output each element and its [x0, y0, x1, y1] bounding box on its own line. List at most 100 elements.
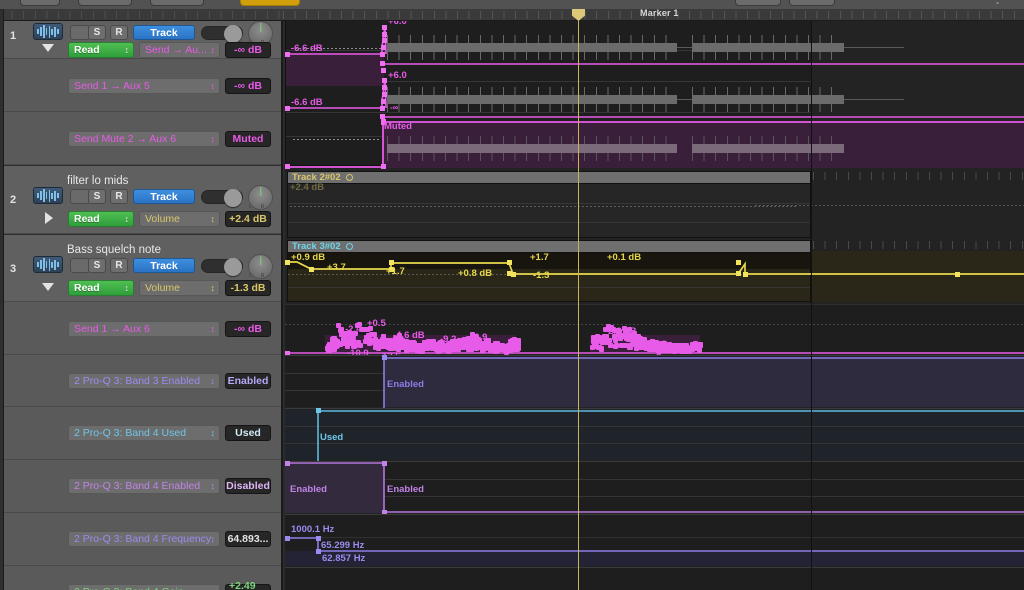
automation-mode-menu-2[interactable]: Read ↕ — [68, 211, 134, 227]
chevron-updown-icon: ↕ — [210, 214, 216, 224]
automation-param-menu-sendmute2-aux6[interactable]: Send Mute 2 → Aux 6 ↕ — [68, 131, 220, 147]
automation-value-band4-used[interactable]: Used — [225, 425, 271, 441]
automation-subrow-send1-aux5[interactable]: Send 1 → Aux 5 ↕ -∞ dB — [0, 59, 281, 112]
solo-button-2[interactable]: S — [88, 189, 106, 204]
automation-value-band3-enabled[interactable]: Enabled — [225, 373, 271, 389]
toolbar-button-3[interactable] — [150, 0, 204, 6]
automation-param-menu-band4-used[interactable]: 2 Pro-Q 3: Band 4 Used ↕ — [68, 425, 220, 441]
track-header-1[interactable]: 1 S R Track LR Read ↕ Send → Au... ↕ -∞ … — [0, 21, 281, 59]
toolbar-button-5[interactable] — [789, 0, 835, 6]
toolbar-button-highlighted[interactable] — [240, 0, 300, 6]
track-number-3: 3 — [10, 263, 17, 275]
automation-param-label-band3-enabled: 2 Pro-Q 3: Band 3 Enabled — [74, 375, 201, 387]
chevron-updown-icon: ↕ — [124, 283, 130, 293]
waveform-icon[interactable] — [33, 23, 63, 40]
automation-param-menu-band3-enabled[interactable]: 2 Pro-Q 3: Band 3 Enabled ↕ — [68, 373, 220, 389]
automation-param-menu-send1-aux5[interactable]: Send 1 → Aux 5 ↕ — [68, 78, 220, 94]
toolbar-button-1[interactable] — [20, 0, 60, 6]
automation-param-label-3: Volume — [145, 282, 181, 294]
volume-slider-1[interactable] — [201, 25, 243, 43]
record-button-1[interactable]: R — [110, 25, 128, 40]
automation-mode-label-2: Read — [74, 213, 100, 225]
disclosure-triangle-3[interactable] — [42, 283, 54, 291]
automation-value-2[interactable]: +2.4 dB — [225, 211, 271, 227]
automation-editor-window: Marker 1 1 S R Track LR Read ↕ Send → Au… — [0, 0, 1024, 590]
track-header-3[interactable]: 3 Bass squelch note S R Track LR Read ↕ … — [0, 234, 281, 302]
automation-param-label-2: Volume — [145, 213, 181, 225]
disclosure-triangle-2[interactable] — [45, 212, 53, 224]
disclosure-triangle-1[interactable] — [42, 44, 54, 52]
automation-param-menu-2[interactable]: Volume ↕ — [139, 211, 220, 227]
track-headers-panel: 1 S R Track LR Read ↕ Send → Au... ↕ -∞ … — [0, 21, 283, 590]
automation-value-send1-aux6[interactable]: -∞ dB — [225, 321, 271, 337]
track-header-2[interactable]: 2 filter lo mids S R Track LR Read ↕ Vol… — [0, 165, 281, 234]
volume-slider-3[interactable] — [201, 258, 243, 276]
mute-button-3[interactable] — [70, 258, 90, 273]
pan-knob-2[interactable]: LR — [248, 185, 273, 210]
automation-subrow-send1-aux6[interactable]: Send 1 → Aux 6 ↕ -∞ dB — [0, 302, 281, 355]
chevron-updown-icon: ↕ — [210, 81, 216, 91]
solo-button-1[interactable]: S — [88, 25, 106, 40]
automation-value-band4-gain[interactable]: +2.49 dB — [225, 580, 271, 590]
track-automation-button-3[interactable]: Track — [133, 258, 195, 273]
automation-param-menu-band4-gain[interactable]: 2 Pro-Q 3: Band 4 Gain ↕ — [68, 584, 220, 590]
track-name-2[interactable]: filter lo mids — [67, 175, 128, 187]
solo-button-3[interactable]: S — [88, 258, 106, 273]
chevron-updown-icon: ↕ — [210, 283, 216, 293]
track-automation-button-1[interactable]: Track — [133, 25, 195, 40]
automation-param-menu-3[interactable]: Volume ↕ — [139, 280, 220, 296]
automation-lanes-panel[interactable]: -6.6 dB +6.0 -6.6 dB +6.0 -∞ Muted Track… — [285, 21, 1024, 590]
volume-slider-2[interactable] — [201, 189, 243, 207]
automation-value-send1-aux5[interactable]: -∞ dB — [225, 78, 271, 94]
record-button-2[interactable]: R — [110, 189, 128, 204]
record-button-3[interactable]: R — [110, 258, 128, 273]
automation-param-label-1: Send → Au... — [145, 44, 207, 56]
automation-param-label-band4-used: 2 Pro-Q 3: Band 4 Used — [74, 427, 187, 439]
automation-param-menu-band4-frequency[interactable]: 2 Pro-Q 3: Band 4 Frequency ↕ — [68, 531, 220, 547]
automation-param-label-send1-aux5: Send 1 → Aux 5 — [74, 80, 150, 92]
chevron-updown-icon: ↕ — [210, 481, 216, 491]
chevron-updown-icon: ↕ — [124, 45, 130, 55]
track-name-3[interactable]: Bass squelch note — [67, 244, 161, 256]
timeline-ruler[interactable]: Marker 1 — [0, 8, 1024, 21]
chevron-updown-icon: ↕ — [210, 428, 216, 438]
automation-value-1[interactable]: -∞ dB — [225, 42, 271, 58]
window-left-edge — [0, 9, 4, 590]
track-number-1: 1 — [10, 30, 17, 42]
automation-subrow-band3-enabled[interactable]: 2 Pro-Q 3: Band 3 Enabled ↕ Enabled — [0, 355, 281, 407]
playhead[interactable] — [578, 21, 579, 590]
toolbar-button-2[interactable] — [78, 0, 132, 6]
automation-value-sendmute2-aux6[interactable]: Muted — [225, 131, 271, 147]
automation-param-label-band4-enabled: 2 Pro-Q 3: Band 4 Enabled — [74, 480, 201, 492]
chevron-updown-icon: ↕ — [210, 134, 216, 144]
automation-param-menu-send1-aux6[interactable]: Send 1 → Aux 6 ↕ — [68, 321, 220, 337]
automation-subrow-band4-used[interactable]: 2 Pro-Q 3: Band 4 Used ↕ Used — [0, 407, 281, 460]
automation-mode-label-1: Read — [74, 44, 100, 56]
waveform-icon[interactable] — [33, 187, 63, 204]
marker-label[interactable]: Marker 1 — [640, 8, 679, 18]
automation-mode-menu-1[interactable]: Read ↕ — [68, 42, 134, 58]
automation-param-menu-1[interactable]: Send → Au... ↕ — [139, 42, 220, 58]
automation-mode-menu-3[interactable]: Read ↕ — [68, 280, 134, 296]
automation-value-3[interactable]: -1.3 dB — [225, 280, 271, 296]
toolbar-grip-icon[interactable] — [996, 0, 1001, 9]
mute-button-1[interactable] — [70, 25, 90, 40]
automation-param-label-band4-gain: 2 Pro-Q 3: Band 4 Gain — [74, 586, 184, 590]
waveform-icon[interactable] — [33, 256, 63, 273]
automation-subrow-band4-enabled[interactable]: 2 Pro-Q 3: Band 4 Enabled ↕ Disabled — [0, 460, 281, 513]
ruler-ticks-left — [0, 9, 283, 21]
automation-subrow-band4-frequency[interactable]: 2 Pro-Q 3: Band 4 Frequency ↕ 64.893... — [0, 513, 281, 566]
band4-gain-envelope[interactable] — [285, 21, 1024, 590]
automation-param-menu-band4-enabled[interactable]: 2 Pro-Q 3: Band 4 Enabled ↕ — [68, 478, 220, 494]
toolbar-button-4[interactable] — [735, 0, 781, 6]
automation-subrow-sendmute2-aux6[interactable]: Send Mute 2 → Aux 6 ↕ Muted — [0, 112, 281, 165]
chevron-updown-icon: ↕ — [124, 214, 130, 224]
toolbar — [0, 0, 1024, 9]
automation-value-band4-enabled[interactable]: Disabled — [225, 478, 271, 494]
mute-button-2[interactable] — [70, 189, 90, 204]
automation-param-label-send1-aux6: Send 1 → Aux 6 — [74, 323, 150, 335]
automation-subrow-band4-gain[interactable]: 2 Pro-Q 3: Band 4 Gain ↕ +2.49 dB — [0, 566, 281, 590]
track-automation-button-2[interactable]: Track — [133, 189, 195, 204]
automation-value-band4-frequency[interactable]: 64.893... — [225, 531, 271, 547]
pan-knob-3[interactable]: LR — [248, 254, 273, 279]
